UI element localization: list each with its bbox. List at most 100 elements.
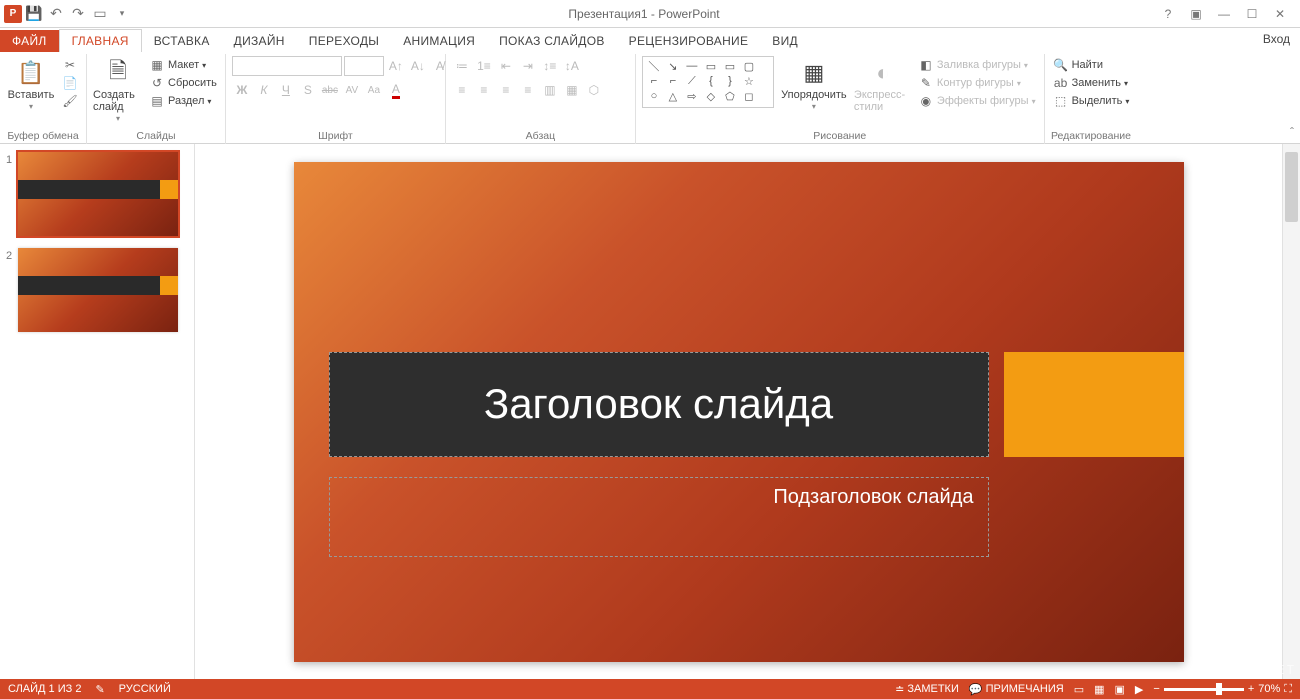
language-indicator[interactable]: РУССКИЙ	[119, 683, 171, 695]
shape-triangle-icon[interactable]: △	[664, 89, 682, 103]
align-text-icon[interactable]: ▦	[562, 80, 582, 100]
cut-button[interactable]: ✂	[60, 56, 80, 74]
quick-styles-button[interactable]: ◐ Экспресс-стили	[854, 56, 912, 113]
italic-button[interactable]: К	[254, 80, 274, 100]
shape-elbow-icon[interactable]: ⌐	[645, 74, 663, 88]
columns-icon[interactable]: ▥	[540, 80, 560, 100]
maximize-icon[interactable]: ☐	[1240, 4, 1264, 24]
tab-home[interactable]: ГЛАВНАЯ	[59, 29, 142, 53]
decrease-font-icon[interactable]: A↓	[408, 56, 428, 76]
shape-brace2-icon[interactable]: }	[721, 74, 739, 88]
thumb-preview[interactable]	[18, 248, 178, 332]
shape-callout-icon[interactable]: ◻	[740, 89, 758, 103]
select-button[interactable]: ⬚Выделить▾	[1051, 92, 1132, 110]
zoom-out-icon[interactable]: −	[1153, 683, 1159, 695]
redo-icon[interactable]: ↷	[68, 4, 88, 24]
replace-button[interactable]: abЗаменить▾	[1051, 74, 1132, 92]
bullets-icon[interactable]: ≔	[452, 56, 472, 76]
zoom-percent[interactable]: 70%	[1258, 683, 1280, 695]
tab-file[interactable]: ФАЙЛ	[0, 30, 59, 52]
copy-button[interactable]: 📄	[60, 74, 80, 92]
shape-oval-icon[interactable]: ○	[645, 89, 663, 103]
shape-curve-icon[interactable]: ⟋	[683, 74, 701, 88]
shape-line-icon[interactable]: ＼	[645, 59, 663, 73]
line-spacing-icon[interactable]: ↕≡	[540, 56, 560, 76]
align-right-icon[interactable]: ≡	[496, 80, 516, 100]
justify-icon[interactable]: ≡	[518, 80, 538, 100]
tab-slideshow[interactable]: ПОКАЗ СЛАЙДОВ	[487, 30, 617, 52]
increase-font-icon[interactable]: A↑	[386, 56, 406, 76]
tab-design[interactable]: ДИЗАЙН	[222, 30, 297, 52]
shape-roundrect-icon[interactable]: ▢	[740, 59, 758, 73]
sorter-view-icon[interactable]: ▦	[1094, 683, 1104, 696]
tab-insert[interactable]: ВСТАВКА	[142, 30, 222, 52]
arrange-button[interactable]: ▦ Упорядочить ▾	[778, 56, 850, 111]
shape-arrow-icon[interactable]: ↘	[664, 59, 682, 73]
tab-review[interactable]: РЕЦЕНЗИРОВАНИЕ	[617, 30, 761, 52]
subtitle-placeholder[interactable]: Подзаголовок слайда	[329, 477, 989, 557]
bold-button[interactable]: Ж	[232, 80, 252, 100]
shape-effects-button[interactable]: ◉Эффекты фигуры▾	[916, 92, 1038, 110]
save-icon[interactable]: 💾	[24, 4, 44, 24]
normal-view-icon[interactable]: ▭	[1074, 683, 1084, 696]
change-case-button[interactable]: Aa	[364, 80, 384, 100]
comments-button[interactable]: 💬 ПРИМЕЧАНИЯ	[969, 683, 1064, 696]
font-name-combo[interactable]	[232, 56, 342, 76]
tab-view[interactable]: ВИД	[760, 30, 810, 52]
increase-indent-icon[interactable]: ⇥	[518, 56, 538, 76]
start-slideshow-icon[interactable]: ▭	[90, 4, 110, 24]
shape-fill-button[interactable]: ◧Заливка фигуры▾	[916, 56, 1038, 74]
thumbnail-1[interactable]: 1	[6, 152, 188, 236]
smartart-icon[interactable]: ⬡	[584, 80, 604, 100]
collapse-ribbon-icon[interactable]: ˆ	[1290, 125, 1294, 139]
help-icon[interactable]: ?	[1156, 4, 1180, 24]
title-placeholder[interactable]: Заголовок слайда	[329, 352, 989, 457]
find-button[interactable]: 🔍Найти	[1051, 56, 1132, 74]
paste-button[interactable]: 📋 Вставить ▾	[6, 56, 56, 111]
new-slide-button[interactable]: 🗎 Создать слайд ▾	[93, 56, 143, 123]
thumb-preview[interactable]	[18, 152, 178, 236]
section-button[interactable]: ▤Раздел▾	[147, 92, 219, 110]
qat-dropdown-icon[interactable]: ▾	[112, 4, 132, 24]
shapes-gallery[interactable]: ＼ ↘ — ▭ ▭ ▢ ⌐ ⌐ ⟋ { } ☆ ○ △ ⇨ ◇ ⬠ ◻	[642, 56, 774, 108]
minimize-icon[interactable]: —	[1212, 4, 1236, 24]
layout-button[interactable]: ▦Макет▾	[147, 56, 219, 74]
shape-outline-button[interactable]: ✎Контур фигуры▾	[916, 74, 1038, 92]
font-size-combo[interactable]	[344, 56, 384, 76]
tab-animation[interactable]: АНИМАЦИЯ	[391, 30, 487, 52]
reading-view-icon[interactable]: ▣	[1115, 683, 1125, 696]
shadow-button[interactable]: S	[298, 80, 318, 100]
shape-diamond-icon[interactable]: ◇	[702, 89, 720, 103]
tab-transitions[interactable]: ПЕРЕХОДЫ	[297, 30, 391, 52]
scroll-thumb[interactable]	[1285, 152, 1298, 222]
text-direction-icon[interactable]: ↕A	[562, 56, 582, 76]
shape-brace-icon[interactable]: {	[702, 74, 720, 88]
format-painter-button[interactable]: 🖌	[60, 92, 80, 110]
shape-pentagon-icon[interactable]: ⬠	[721, 89, 739, 103]
fit-window-icon[interactable]: ⛶	[1284, 683, 1292, 696]
strike-button[interactable]: abc	[320, 80, 340, 100]
align-center-icon[interactable]: ≡	[474, 80, 494, 100]
thumbnail-2[interactable]: 2	[6, 248, 188, 332]
char-spacing-button[interactable]: AV	[342, 80, 362, 100]
zoom-in-icon[interactable]: +	[1248, 683, 1254, 695]
shape-rect2-icon[interactable]: ▭	[721, 59, 739, 73]
shape-star-icon[interactable]: ☆	[740, 74, 758, 88]
notes-button[interactable]: ≐ ЗАМЕТКИ	[895, 683, 959, 696]
underline-button[interactable]: Ч	[276, 80, 296, 100]
ribbon-options-icon[interactable]: ▣	[1184, 4, 1208, 24]
numbering-icon[interactable]: 1≡	[474, 56, 494, 76]
zoom-slider[interactable]	[1164, 688, 1244, 691]
slideshow-view-icon[interactable]: ▶	[1135, 683, 1143, 696]
close-icon[interactable]: ✕	[1268, 4, 1292, 24]
align-left-icon[interactable]: ≡	[452, 80, 472, 100]
slide-counter[interactable]: СЛАЙД 1 ИЗ 2	[8, 683, 81, 695]
shape-rect-icon[interactable]: ▭	[702, 59, 720, 73]
shape-line2-icon[interactable]: —	[683, 59, 701, 73]
reset-button[interactable]: ↺Сбросить	[147, 74, 219, 92]
vertical-scrollbar[interactable]	[1282, 144, 1300, 679]
undo-icon[interactable]: ↶	[46, 4, 66, 24]
shape-arrow2-icon[interactable]: ⇨	[683, 89, 701, 103]
spellcheck-icon[interactable]: ✎	[95, 683, 104, 696]
font-color-button[interactable]: A	[386, 80, 406, 100]
